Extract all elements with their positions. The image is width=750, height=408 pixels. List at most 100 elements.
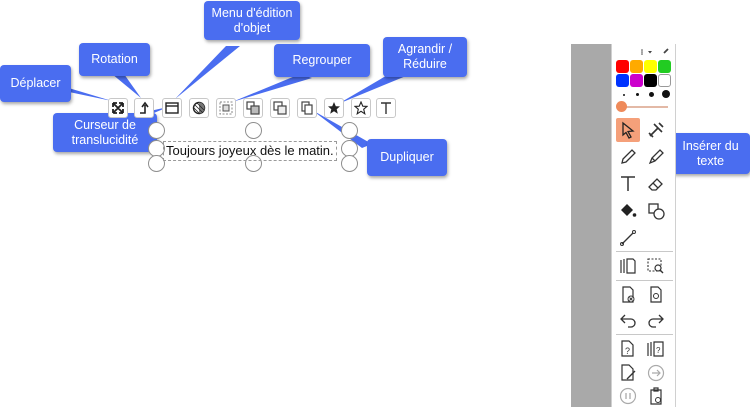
enlarge-button[interactable] xyxy=(324,98,344,118)
text-button[interactable] xyxy=(376,98,396,118)
group-button[interactable] xyxy=(216,98,236,118)
opacity-slider-track[interactable] xyxy=(622,106,668,108)
text-object[interactable]: Toujours joyeux dès le matin. xyxy=(163,141,337,161)
help-pages-icon: ? xyxy=(647,341,664,357)
color-swatch-white[interactable] xyxy=(658,74,671,87)
star-filled-icon xyxy=(328,102,340,114)
text-icon xyxy=(621,176,635,191)
shapes-tool[interactable] xyxy=(644,199,668,223)
callout-regrouper: Regrouper xyxy=(274,44,370,77)
svg-text:?: ? xyxy=(656,346,661,355)
pages-icon xyxy=(620,258,636,274)
color-swatch-red[interactable] xyxy=(616,60,629,73)
redo-icon xyxy=(648,314,664,328)
shapes-icon xyxy=(648,203,665,220)
pause-icon xyxy=(619,387,637,405)
svg-text:?: ? xyxy=(625,346,630,356)
resize-handle-top-middle[interactable] xyxy=(245,122,262,139)
move-icon xyxy=(112,102,124,114)
text-tool[interactable] xyxy=(616,172,640,196)
translucency-icon xyxy=(192,101,206,115)
callout-curseur: Curseur de translucidité xyxy=(53,113,157,152)
rotate-button[interactable] xyxy=(134,98,154,118)
move-button[interactable] xyxy=(108,98,128,118)
color-swatch-blue[interactable] xyxy=(616,74,629,87)
pencil-tool[interactable] xyxy=(616,145,640,169)
group-icon xyxy=(219,101,233,115)
text-icon xyxy=(381,102,391,114)
color-swatch-purple[interactable] xyxy=(630,74,643,87)
undo-tool[interactable] xyxy=(616,308,640,332)
zoom-search-tool[interactable] xyxy=(644,254,668,278)
translucency-button[interactable] xyxy=(189,98,209,118)
tools-tool[interactable] xyxy=(644,118,668,142)
edit-page-tool[interactable] xyxy=(616,361,640,385)
eraser-icon xyxy=(648,178,663,191)
next-tool[interactable] xyxy=(644,361,668,385)
brush-size-xs[interactable] xyxy=(623,94,625,96)
edit-page-icon xyxy=(621,364,636,381)
fill-bucket-icon xyxy=(621,204,637,217)
ungroup-icon xyxy=(246,101,260,115)
panel-menu-icon[interactable] xyxy=(612,47,677,57)
help-tool[interactable]: ? xyxy=(616,337,640,361)
tools-icon xyxy=(648,122,664,138)
panel-divider-strip xyxy=(571,44,611,407)
marker-icon xyxy=(648,149,664,165)
ungroup-button[interactable] xyxy=(243,98,263,118)
color-swatch-orange[interactable] xyxy=(630,60,643,73)
eraser-tool[interactable] xyxy=(644,172,668,196)
help-pages-tool[interactable]: ? xyxy=(644,337,668,361)
pause-tool[interactable] xyxy=(616,384,640,408)
pencil-icon xyxy=(621,149,636,164)
panel-separator xyxy=(616,280,673,281)
opacity-slider-knob[interactable] xyxy=(616,101,627,112)
brush-size-l[interactable] xyxy=(662,90,670,98)
layer-button[interactable] xyxy=(270,98,290,118)
delete-page-tool[interactable] xyxy=(616,283,640,307)
color-swatch-black[interactable] xyxy=(644,74,657,87)
layer-icon xyxy=(273,101,287,115)
select-tool[interactable] xyxy=(616,118,640,142)
star-outline-icon xyxy=(354,101,368,115)
callout-rotation: Rotation xyxy=(79,43,150,76)
color-swatch-yellow[interactable] xyxy=(644,60,657,73)
panel-separator xyxy=(616,334,673,335)
rotate-icon xyxy=(140,101,149,114)
fill-tool[interactable] xyxy=(616,199,640,223)
panel-header xyxy=(612,44,677,57)
pages-tool[interactable] xyxy=(616,254,640,278)
clipboard-tool[interactable] xyxy=(644,384,668,408)
brush-size-m[interactable] xyxy=(649,92,654,97)
tool-panel: ? ? xyxy=(611,44,676,407)
reload-page-tool[interactable] xyxy=(644,283,668,307)
undo-icon xyxy=(620,314,636,328)
object-edit-menu-button[interactable] xyxy=(162,98,182,118)
duplicate-icon xyxy=(301,101,313,115)
callout-dupliquer: Dupliquer xyxy=(367,139,447,176)
resize-handle-top-right[interactable] xyxy=(341,122,358,139)
callout-deplacer: Déplacer xyxy=(0,65,71,102)
reduce-button[interactable] xyxy=(351,98,371,118)
window-icon xyxy=(165,102,179,114)
brush-size-s[interactable] xyxy=(636,93,639,96)
panel-separator xyxy=(616,251,673,252)
callout-inserer: Insérer du texte xyxy=(671,133,750,174)
line-icon xyxy=(620,230,636,246)
callout-menu-edition: Menu d'édition d'objet xyxy=(204,1,300,40)
marker-tool[interactable] xyxy=(644,145,668,169)
clipboard-icon xyxy=(650,387,662,405)
delete-page-icon xyxy=(622,286,635,303)
duplicate-button[interactable] xyxy=(297,98,317,118)
redo-tool[interactable] xyxy=(644,308,668,332)
resize-handle-top-left[interactable] xyxy=(148,122,165,139)
help-icon: ? xyxy=(621,340,634,357)
line-tool[interactable] xyxy=(616,226,640,250)
zoom-search-icon xyxy=(647,258,664,274)
callout-agrandir: Agrandir / Réduire xyxy=(383,37,467,77)
color-swatch-green[interactable] xyxy=(658,60,671,73)
resize-handle-bottom-right[interactable] xyxy=(341,155,358,172)
reload-page-icon xyxy=(650,286,662,303)
next-icon xyxy=(647,364,665,382)
select-icon xyxy=(622,121,635,139)
